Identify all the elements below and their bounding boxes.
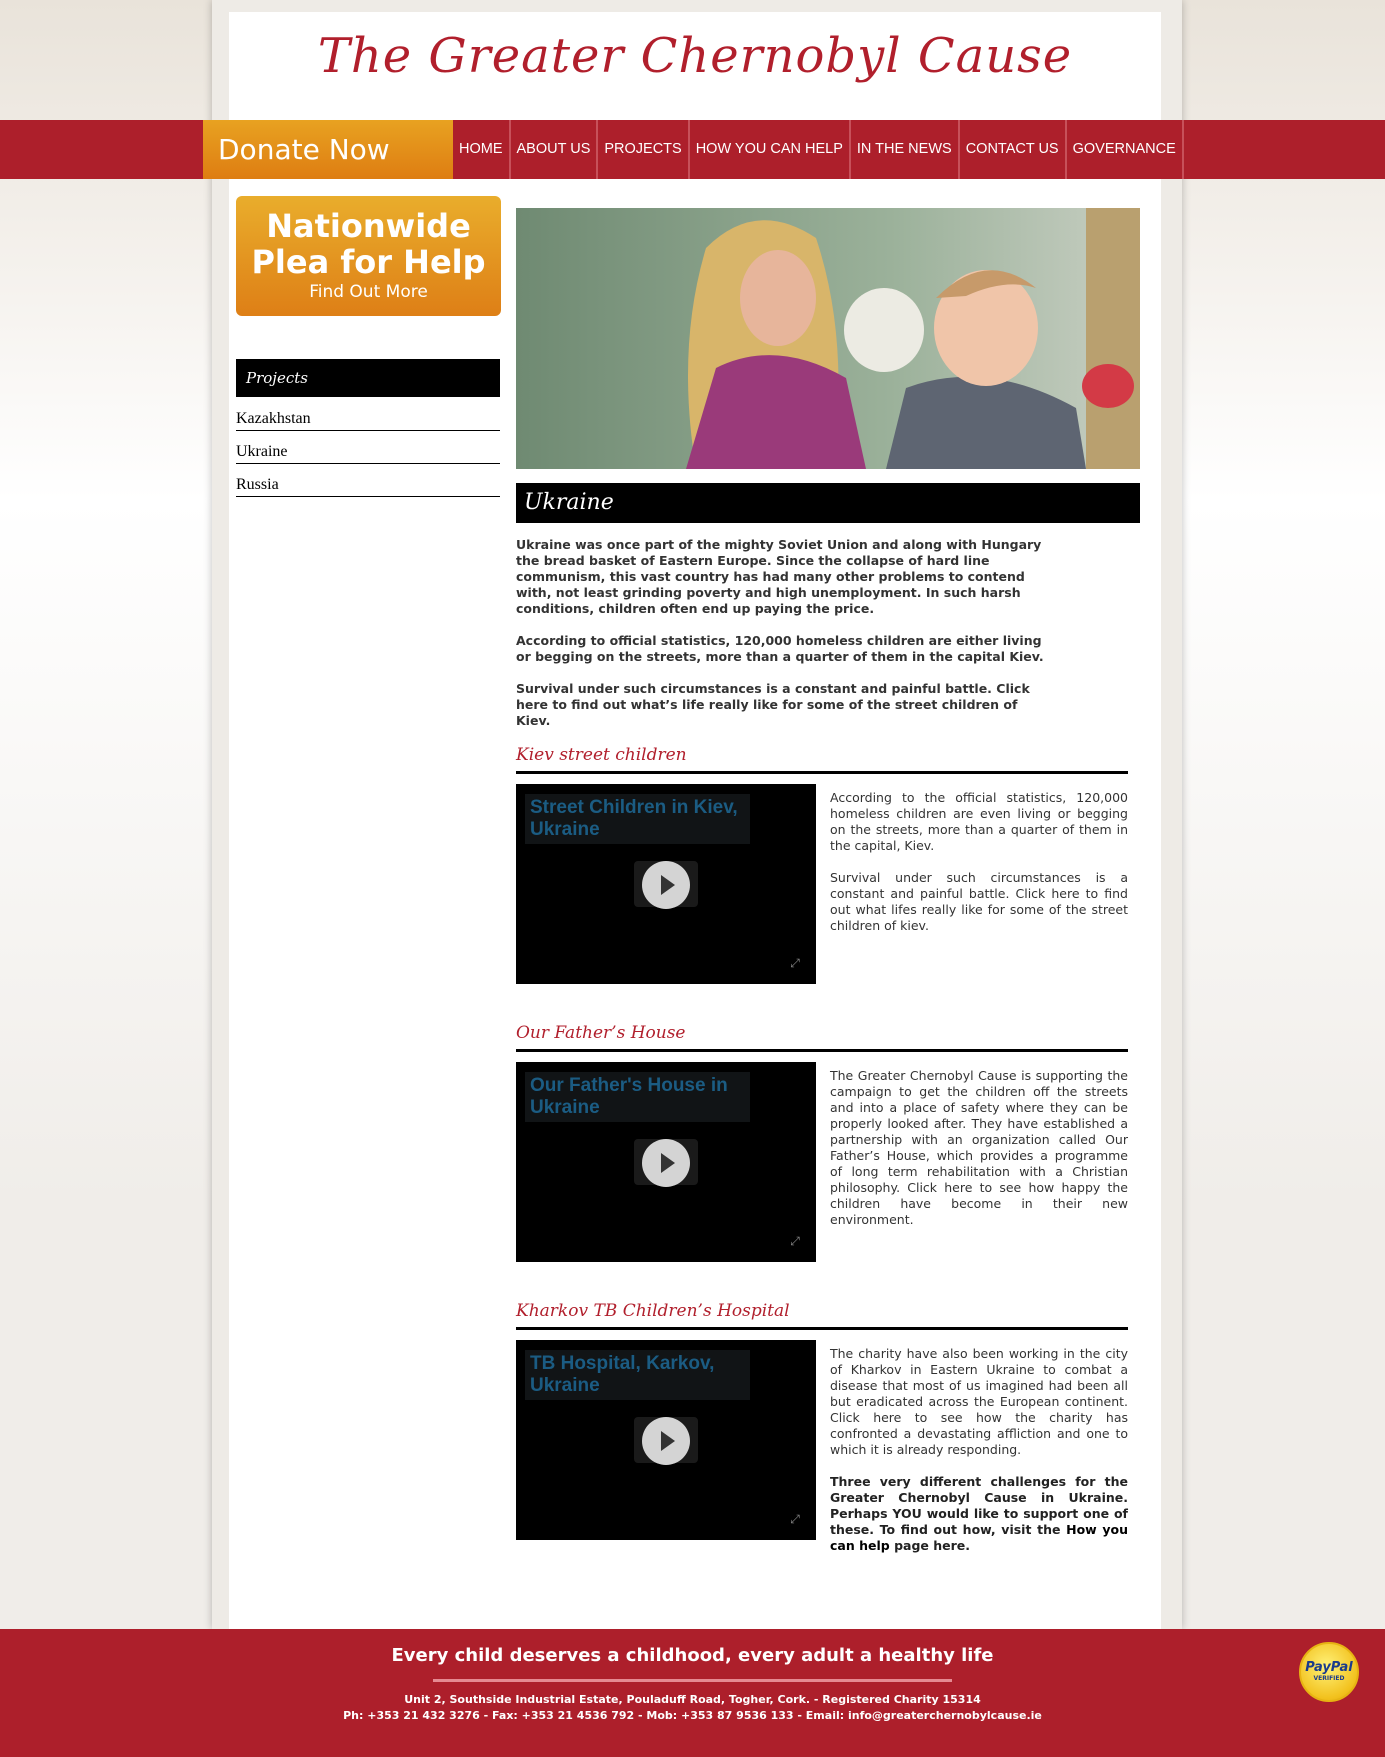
section-paragraph[interactable]: Survival under such circumstances is a c…	[830, 870, 1128, 934]
sidebar-item-ukraine[interactable]: Ukraine	[236, 443, 500, 464]
play-button[interactable]	[634, 861, 698, 909]
video-title[interactable]: Street Children in Kiev, Ukraine	[525, 794, 750, 844]
section-paragraph[interactable]: The Greater Chernobyl Cause is supportin…	[830, 1068, 1128, 1228]
sidebar-project-list: Kazakhstan Ukraine Russia	[236, 410, 500, 509]
section-text-kharkov-hospital: The charity have also been working in th…	[830, 1346, 1128, 1570]
nav-contact-us[interactable]: CONTACT US	[960, 120, 1067, 179]
section-title-our-fathers-house: Our Father’s House	[516, 1023, 1128, 1052]
closing-text-end: page here.	[889, 1538, 970, 1553]
hero-photo-illustration	[516, 208, 1140, 469]
hero-photo	[516, 208, 1140, 469]
main-nav: HOME ABOUT US PROJECTS HOW YOU CAN HELP …	[453, 120, 1184, 179]
paypal-verified-label: VERIFIED	[1313, 1675, 1345, 1682]
footer-slogan: Every child deserves a childhood, every …	[391, 1645, 994, 1666]
footer-contact: Ph: +353 21 432 3276 - Fax: +353 21 4536…	[343, 1709, 1042, 1722]
video-title[interactable]: TB Hospital, Karkov, Ukraine	[525, 1350, 750, 1400]
donate-button[interactable]: Donate Now	[203, 120, 453, 179]
video-player-kharkov-hospital[interactable]: TB Hospital, Karkov, Ukraine ⤢	[516, 1340, 816, 1540]
footer-address: Unit 2, Southside Industrial Estate, Pou…	[404, 1693, 981, 1706]
fullscreen-icon[interactable]: ⤢	[788, 956, 802, 970]
intro-paragraph: Ukraine was once part of the mighty Sovi…	[516, 537, 1042, 616]
footer: Every child deserves a childhood, every …	[0, 1629, 1385, 1757]
section-text-kiev: According to the official statistics, 12…	[830, 790, 1128, 950]
plea-title: Nationwide Plea for Help	[251, 207, 486, 281]
paypal-logo: PayPal	[1305, 1660, 1353, 1675]
sidebar-heading: Projects	[236, 359, 500, 397]
sidebar-item-russia[interactable]: Russia	[236, 476, 500, 497]
play-button[interactable]	[634, 1417, 698, 1465]
site-title[interactable]: The Greater Chernobyl Cause	[229, 28, 1161, 84]
sidebar-item-kazakhstan[interactable]: Kazakhstan	[236, 410, 500, 431]
nav-about-us[interactable]: ABOUT US	[511, 120, 599, 179]
section-paragraph: According to the official statistics, 12…	[830, 790, 1128, 853]
paypal-verified-badge[interactable]: PayPal VERIFIED	[1299, 1642, 1359, 1702]
play-icon	[661, 875, 675, 895]
intro-paragraph: According to official statistics, 120,00…	[516, 633, 1044, 664]
play-button[interactable]	[634, 1139, 698, 1187]
nav-home[interactable]: HOME	[453, 120, 511, 179]
video-title[interactable]: Our Father's House in Ukraine	[525, 1072, 750, 1122]
intro-text: Ukraine was once part of the mighty Sovi…	[516, 537, 1056, 745]
plea-for-help-banner[interactable]: Nationwide Plea for Help Find Out More	[236, 196, 501, 316]
play-icon	[661, 1431, 675, 1451]
plea-subtitle: Find Out More	[309, 282, 428, 302]
section-text-our-fathers-house: The Greater Chernobyl Cause is supportin…	[830, 1068, 1128, 1244]
section-title-kiev: Kiev street children	[516, 745, 1128, 774]
fullscreen-icon[interactable]: ⤢	[788, 1234, 802, 1248]
footer-divider	[433, 1679, 952, 1682]
nav-projects[interactable]: PROJECTS	[598, 120, 690, 179]
nav-governance[interactable]: GOVERNANCE	[1067, 120, 1184, 179]
section-paragraph[interactable]: The charity have also been working in th…	[830, 1346, 1128, 1458]
nav-how-you-can-help[interactable]: HOW YOU CAN HELP	[690, 120, 851, 179]
video-player-our-fathers-house[interactable]: Our Father's House in Ukraine ⤢	[516, 1062, 816, 1262]
video-player-kiev[interactable]: Street Children in Kiev, Ukraine ⤢	[516, 784, 816, 984]
page-heading: Ukraine	[516, 483, 1140, 523]
section-title-kharkov-hospital: Kharkov TB Children’s Hospital	[516, 1301, 1128, 1330]
nav-in-the-news[interactable]: IN THE NEWS	[851, 120, 960, 179]
play-icon	[661, 1153, 675, 1173]
intro-paragraph[interactable]: Survival under such circumstances is a c…	[516, 681, 1056, 729]
closing-paragraph: Three very different challenges for the …	[830, 1474, 1128, 1554]
fullscreen-icon[interactable]: ⤢	[788, 1512, 802, 1526]
